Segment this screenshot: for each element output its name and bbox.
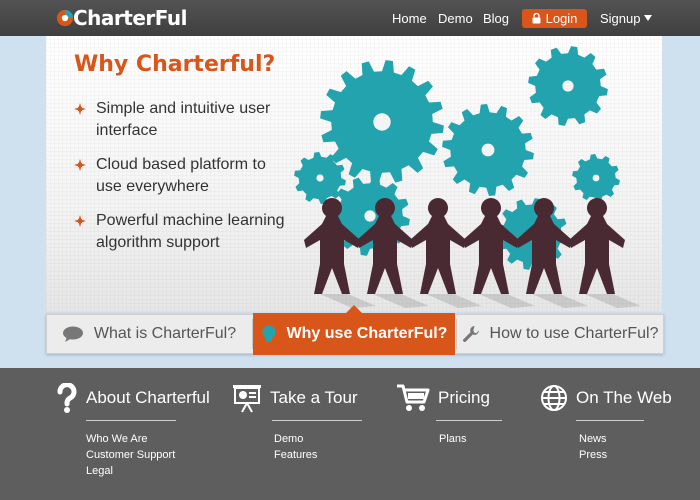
footer-link-customer-support[interactable]: Customer Support: [86, 447, 210, 463]
bullet-icon: [74, 159, 86, 171]
feature-list: Simple and intuitive user interface Clou…: [74, 98, 294, 266]
lightbulb-icon: [262, 325, 276, 342]
bullet-icon: [74, 103, 86, 115]
gear-hole: [373, 113, 391, 131]
hero-banner: Why Charterful? Simple and intuitive use…: [46, 36, 662, 312]
footer-divider: [272, 420, 362, 421]
figure-body: [410, 198, 466, 294]
footer-title: Take a Tour: [270, 388, 358, 407]
feature-text: Simple and intuitive user interface: [96, 100, 271, 139]
login-label: Login: [545, 11, 578, 26]
footer-link-press[interactable]: Press: [579, 447, 672, 463]
footer-link-list: Who We Are Customer Support Legal: [86, 431, 210, 479]
footer-column-pricing: Pricing Plans: [396, 382, 502, 447]
tab-label: Why use CharterFul?: [286, 325, 448, 342]
footer-heading: On The Web: [540, 382, 672, 414]
globe-icon: [541, 385, 567, 411]
footer-divider: [86, 420, 176, 421]
tab-how-to-use[interactable]: How to use CharterFul?: [457, 315, 663, 353]
footer-link-list: News Press: [579, 431, 672, 463]
tab-why-use[interactable]: Why use CharterFul?: [253, 305, 455, 355]
gear-hole: [592, 174, 600, 182]
feature-text: Cloud based platform to use everywhere: [96, 156, 266, 195]
gear-hole: [364, 210, 376, 222]
nav-demo[interactable]: Demo: [438, 0, 473, 36]
feature-item: Simple and intuitive user interface: [74, 98, 294, 142]
footer-column-about: About Charterful Who We Are Customer Sup…: [56, 382, 210, 479]
footer-heading: About Charterful: [56, 382, 210, 414]
gear-hole: [562, 80, 574, 92]
footer-link-list: Demo Features: [274, 431, 362, 463]
feature-item: Cloud based platform to use everywhere: [74, 154, 294, 198]
tab-label: What is CharterFul?: [93, 325, 237, 342]
footer-link-list: Plans: [439, 431, 502, 447]
signup-label: Signup: [600, 10, 641, 26]
chevron-down-icon: [644, 15, 653, 21]
lock-icon: [532, 13, 541, 24]
footer-link-news[interactable]: News: [579, 431, 672, 447]
logo-mark-icon: [56, 9, 74, 27]
footer-column-tour: Take a Tour Demo Features: [232, 382, 362, 463]
gear-hole: [316, 174, 324, 182]
footer-heading: Take a Tour: [232, 382, 362, 414]
figure-shadow: [532, 294, 588, 308]
footer: About Charterful Who We Are Customer Sup…: [0, 368, 700, 500]
feature-text: Powerful machine learning algorithm supp…: [96, 212, 285, 251]
footer-divider: [436, 420, 502, 421]
footer-title: Pricing: [438, 388, 490, 407]
paper-figure: [410, 198, 482, 308]
footer-link-legal[interactable]: Legal: [86, 463, 210, 479]
footer-link-demo[interactable]: Demo: [274, 431, 362, 447]
footer-link-plans[interactable]: Plans: [439, 431, 502, 447]
gears-illustration: [294, 46, 641, 308]
question-mark-icon: [57, 383, 77, 413]
figure-body: [569, 198, 625, 294]
feature-item: Powerful machine learning algorithm supp…: [74, 210, 294, 254]
footer-title: About Charterful: [86, 388, 210, 407]
logo[interactable]: CharterFul: [56, 5, 188, 31]
login-button[interactable]: Login: [522, 9, 587, 28]
shopping-cart-icon: [397, 384, 430, 411]
hero-title: Why Charterful?: [74, 52, 276, 77]
paper-figure: [569, 198, 641, 308]
presentation-board-icon: [233, 385, 261, 413]
nav-home[interactable]: Home: [392, 0, 427, 36]
footer-link-features[interactable]: Features: [274, 447, 362, 463]
tab-what-is[interactable]: What is CharterFul?: [47, 315, 251, 353]
wrench-icon: [462, 326, 479, 342]
nav-blog[interactable]: Blog: [483, 0, 509, 36]
footer-column-web: On The Web News Press: [540, 382, 672, 463]
top-nav-bar: CharterFul Home Demo Blog Login Signup: [0, 0, 700, 36]
feature-tabs: What is CharterFul? Why use CharterFul? …: [46, 305, 664, 355]
figure-shadow: [479, 294, 535, 308]
figure-shadow: [426, 294, 482, 308]
footer-title: On The Web: [576, 388, 672, 407]
speech-bubble-icon: [62, 326, 83, 342]
footer-divider: [576, 420, 644, 421]
signup-dropdown[interactable]: Signup: [600, 0, 653, 36]
footer-heading: Pricing: [396, 382, 502, 414]
gear-hole: [481, 143, 495, 157]
figure-shadow: [585, 294, 641, 308]
bullet-icon: [74, 215, 86, 227]
tab-label: How to use CharterFul?: [489, 325, 659, 342]
footer-link-who-we-are[interactable]: Who We Are: [86, 431, 210, 447]
figure-shadow: [373, 294, 429, 308]
logo-text: CharterFul: [73, 6, 188, 30]
